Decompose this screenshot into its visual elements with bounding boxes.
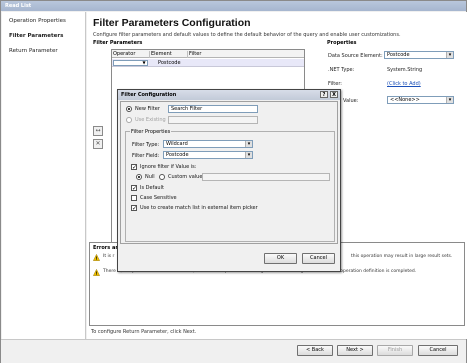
ignore-filter-label: Ignore filter if Value is: xyxy=(140,164,197,170)
properties-label: Properties xyxy=(327,40,357,46)
chevron-down-icon: ▾ xyxy=(245,141,252,147)
filter-type-combo[interactable]: Wildcard ▾ xyxy=(163,140,253,148)
warning-icon xyxy=(93,254,100,261)
ignore-filter-checkbox[interactable]: ✓ xyxy=(131,164,137,171)
picker-label: Use to create match list in external ite… xyxy=(140,205,258,211)
filter-field-combo[interactable]: Postcode ▾ xyxy=(163,151,253,159)
data-source-element-label: Data Source Element: xyxy=(328,53,383,59)
new-filter-radio[interactable] xyxy=(126,106,132,112)
chevron-down-icon: ▾ xyxy=(245,152,252,158)
window-title: Read List xyxy=(1,1,466,11)
group-title: Filter Properties xyxy=(130,129,172,135)
grid-header: Operator Element Filter xyxy=(112,50,304,58)
is-default-checkbox[interactable]: ✓ xyxy=(131,185,137,192)
null-label: Null xyxy=(145,174,155,180)
sidebar-item-return-parameter[interactable]: Return Parameter xyxy=(9,48,58,54)
null-radio[interactable] xyxy=(136,174,142,180)
custom-value-radio[interactable] xyxy=(159,174,165,180)
use-existing-input[interactable] xyxy=(168,116,258,124)
filter-properties-group: Filter Properties Filter Type: Wildcard … xyxy=(125,129,335,242)
warning-icon xyxy=(93,269,100,276)
custom-value-label: Custom value: xyxy=(168,174,205,180)
use-existing-radio[interactable] xyxy=(126,117,132,123)
remove-parameter-button[interactable]: ✕ xyxy=(93,139,103,149)
net-type-label: .NET Type: xyxy=(328,67,355,73)
remove-icon: ✕ xyxy=(95,140,101,147)
use-existing-label: Use Existing xyxy=(135,117,166,123)
dialog-body: New Filter Search Filter Use Existing Fi… xyxy=(120,101,338,244)
is-default-label: Is Default xyxy=(140,185,164,191)
value-combo[interactable]: <<None>> ▾ xyxy=(387,96,454,104)
click-to-add-link[interactable]: (Click to Add) xyxy=(387,81,421,87)
row-element: Postcode xyxy=(158,60,181,66)
finish-button[interactable]: Finish xyxy=(377,345,413,356)
chevron-down-icon: ▾ xyxy=(446,97,453,103)
new-filter-label: New Filter xyxy=(135,106,160,112)
table-row[interactable]: ▼ Postcode xyxy=(112,59,304,67)
page-description: Configure filter parameters and default … xyxy=(93,32,401,38)
filter-parameters-label: Filter Parameters xyxy=(93,40,143,46)
column-header-operator: Operator xyxy=(112,51,150,58)
case-sensitive-label: Case Sensitive xyxy=(140,195,177,201)
error-text-right: this operation may result in large resul… xyxy=(351,254,453,259)
column-header-filter: Filter xyxy=(189,51,202,57)
picker-checkbox[interactable]: ✓ xyxy=(131,205,137,212)
bottom-bar: < Back Next > Finish Cancel xyxy=(1,339,466,363)
chevron-down-icon: ▼ xyxy=(142,60,146,65)
cancel-button[interactable]: Cancel xyxy=(418,345,458,356)
data-source-element-combo[interactable]: Postcode ▾ xyxy=(384,51,454,59)
sidebar: Operation Properties Filter Parameters R… xyxy=(2,12,86,339)
filter-configuration-dialog: Filter Configuration ? X New Filter Sear… xyxy=(117,89,341,272)
operator-combo[interactable]: ▼ xyxy=(113,60,148,66)
column-header-element: Element xyxy=(150,51,188,58)
add-parameter-button[interactable]: ↔ xyxy=(93,126,103,136)
sidebar-item-operation-properties[interactable]: Operation Properties xyxy=(9,18,66,24)
arrow-icon: ↔ xyxy=(95,127,101,134)
sidebar-item-filter-parameters[interactable]: Filter Parameters xyxy=(9,33,63,39)
filter-label: Filter: xyxy=(328,81,342,87)
filter-field-label: Filter Field: xyxy=(132,153,160,159)
filter-type-label: Filter Type: xyxy=(132,142,160,148)
value-label: Value: xyxy=(343,98,359,104)
dialog-title: Filter Configuration xyxy=(118,90,340,100)
back-button[interactable]: < Back xyxy=(297,345,333,356)
new-filter-input[interactable]: Search Filter xyxy=(168,105,258,113)
custom-value-input[interactable] xyxy=(202,173,330,181)
case-sensitive-checkbox[interactable] xyxy=(131,195,137,201)
net-type-value: System.String xyxy=(387,67,423,73)
close-button[interactable]: X xyxy=(330,91,338,98)
ok-button[interactable]: OK xyxy=(264,253,297,264)
page-title: Filter Parameters Configuration xyxy=(93,17,251,29)
dialog-cancel-button[interactable]: Cancel xyxy=(302,253,335,264)
next-button[interactable]: Next > xyxy=(337,345,373,356)
chevron-down-icon: ▾ xyxy=(446,52,453,58)
footer-note: To configure Return Parameter, click Nex… xyxy=(91,329,197,335)
help-button[interactable]: ? xyxy=(320,91,328,98)
